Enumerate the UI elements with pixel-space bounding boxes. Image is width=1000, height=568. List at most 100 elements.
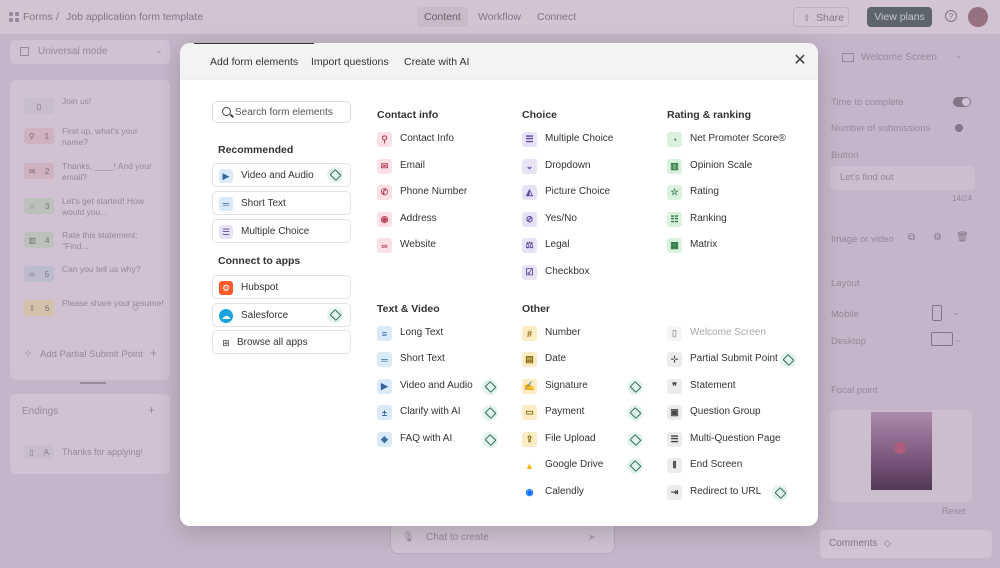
premium-icon: [627, 379, 643, 395]
breadcrumb-forms[interactable]: Forms: [23, 11, 53, 23]
list-item[interactable]: ▯ Join us!: [24, 96, 164, 126]
element-label: Signature: [545, 380, 588, 391]
element-label: Website: [400, 239, 436, 250]
screen-icon: [842, 53, 854, 62]
time-to-complete-label: Time to complete: [831, 97, 904, 108]
element-label: Matrix: [690, 239, 718, 250]
star-icon: ☆: [667, 185, 682, 200]
tab-workflow[interactable]: Workflow: [471, 7, 528, 27]
close-icon[interactable]: ✕: [793, 53, 807, 69]
help-icon[interactable]: ?: [945, 10, 957, 22]
element-label: Short Text: [400, 353, 445, 364]
endings-panel: Endings + ▯ A Thanks for applying!: [10, 394, 170, 474]
recommended-multiple-choice[interactable]: ☰ Multiple Choice: [212, 219, 351, 243]
card-icon: ▭: [522, 405, 537, 420]
element-label: Dropdown: [545, 160, 591, 171]
recommended-short-text[interactable]: ═ Short Text: [212, 191, 351, 215]
app-salesforce[interactable]: ☁ Salesforce: [212, 303, 351, 327]
element-label: Calendly: [545, 486, 584, 497]
screen-select[interactable]: Welcome Screen ⌄: [830, 45, 975, 69]
mode-icon: [20, 47, 29, 56]
search-input[interactable]: [235, 105, 345, 119]
form-title[interactable]: Job application form template: [66, 11, 203, 23]
chat-box[interactable]: 🎙 Chat to create ➤: [390, 526, 615, 554]
yes-no-icon: ⊘: [522, 212, 537, 227]
premium-icon: [482, 432, 498, 448]
tab-add-form-elements[interactable]: Add form elements: [193, 43, 315, 68]
card-label: Video and Audio: [241, 170, 314, 181]
tab-content[interactable]: Content: [417, 7, 468, 27]
tab-import-questions[interactable]: Import questions: [311, 56, 389, 68]
desktop-layout-icon[interactable]: [931, 332, 953, 346]
file-upload-icon: ⇪ 6: [24, 300, 54, 316]
focal-point-preview[interactable]: [830, 410, 972, 502]
time-to-complete-toggle[interactable]: [953, 97, 971, 107]
long-text-icon: ≡: [377, 326, 392, 341]
end-screen-icon: ⫴: [667, 458, 682, 473]
button-text-input[interactable]: Let's find out: [830, 166, 975, 190]
focal-point-marker[interactable]: [894, 442, 906, 454]
email-icon: ✉: [377, 159, 392, 174]
mic-icon[interactable]: 🎙: [402, 532, 415, 543]
mobile-layout-icon[interactable]: [932, 305, 942, 321]
list-item[interactable]: ⇪ 6 Please share your resume!: [24, 298, 164, 328]
apps-grid-icon[interactable]: [9, 12, 19, 22]
comments-bar[interactable]: Comments ◇: [820, 530, 992, 558]
image-or-video-label: Image or video: [831, 234, 894, 245]
card-label: Salesforce: [241, 310, 289, 321]
delete-icon[interactable]: 🗑: [956, 232, 969, 243]
settings-icon[interactable]: ⚙: [933, 232, 942, 243]
chat-bubble-icon: ◈: [377, 432, 392, 447]
element-label: Welcome Screen: [690, 327, 766, 338]
calendar-icon: ▤: [522, 352, 537, 367]
element-label: Email: [400, 160, 426, 171]
desktop-label: Desktop: [831, 336, 866, 347]
submissions-toggle[interactable]: [955, 124, 963, 132]
tab-create-with-ai[interactable]: Create with AI: [404, 56, 469, 68]
tab-connect[interactable]: Connect: [530, 7, 583, 27]
chat-input[interactable]: Chat to create: [426, 532, 489, 543]
reset-button[interactable]: Reset: [942, 506, 966, 516]
list-item-text: Please share your resume!: [62, 298, 164, 308]
element-label: Contact Info: [400, 133, 454, 144]
add-partial-submit-button[interactable]: Add Partial Submit Point: [40, 349, 143, 360]
card-label: Multiple Choice: [241, 226, 310, 237]
view-plans-button[interactable]: View plans: [867, 7, 932, 27]
copy-icon[interactable]: ⧉: [908, 232, 915, 243]
list-item[interactable]: ☆ 3 Let's get started! How would you...: [24, 196, 164, 226]
add-ending-icon[interactable]: +: [148, 403, 155, 417]
contact-icon: ⚲ 1: [24, 128, 54, 144]
premium-icon: [780, 352, 796, 368]
list-item[interactable]: ✉ 2 Thanks, ____! And your email?: [24, 161, 164, 191]
signature-icon: ✍: [522, 379, 537, 394]
list-icon: ☰: [522, 132, 537, 147]
google-drive-icon: ▲: [522, 458, 537, 473]
list-item[interactable]: ▥ 4 Rate this statement: "Find...: [24, 230, 164, 260]
mode-select[interactable]: Universal mode ⌄: [10, 40, 170, 64]
chevron-down-icon: ⌄: [155, 45, 163, 55]
card-label: Hubspot: [241, 282, 279, 293]
list-item-text: Can you tell us why?: [62, 264, 141, 274]
video-icon: ▶: [377, 379, 392, 394]
contact-info-heading: Contact info: [377, 109, 439, 121]
recommended-video-audio[interactable]: ▶ Video and Audio: [212, 163, 351, 187]
ending-item-text[interactable]: Thanks for applying!: [62, 447, 143, 457]
send-icon[interactable]: ➤: [588, 532, 596, 543]
list-item[interactable]: ═ 5 Can you tell us why?: [24, 264, 164, 294]
share-button[interactable]: Share: [793, 7, 849, 27]
chevron-down-icon: ⌄: [522, 159, 537, 174]
location-pin-icon: ◉: [377, 212, 392, 227]
search-box[interactable]: [212, 101, 351, 123]
list-item[interactable]: ⚲ 1 First up, what's your name?: [24, 126, 164, 156]
premium-icon: [482, 405, 498, 421]
app-hubspot[interactable]: ⚙ Hubspot: [212, 275, 351, 299]
element-label: Net Promoter Score®: [690, 133, 786, 144]
premium-icon: [627, 405, 643, 421]
list-item-text: Let's get started! How would you...: [62, 196, 144, 217]
add-icon[interactable]: +: [150, 346, 157, 360]
element-label: Phone Number: [400, 186, 468, 197]
list-item-text: Thanks, ____! And your email?: [62, 161, 152, 182]
avatar[interactable]: [968, 7, 988, 27]
browse-all-apps[interactable]: ⊞ Browse all apps: [212, 330, 351, 354]
list-item-text: Rate this statement: "Find...: [62, 230, 138, 251]
